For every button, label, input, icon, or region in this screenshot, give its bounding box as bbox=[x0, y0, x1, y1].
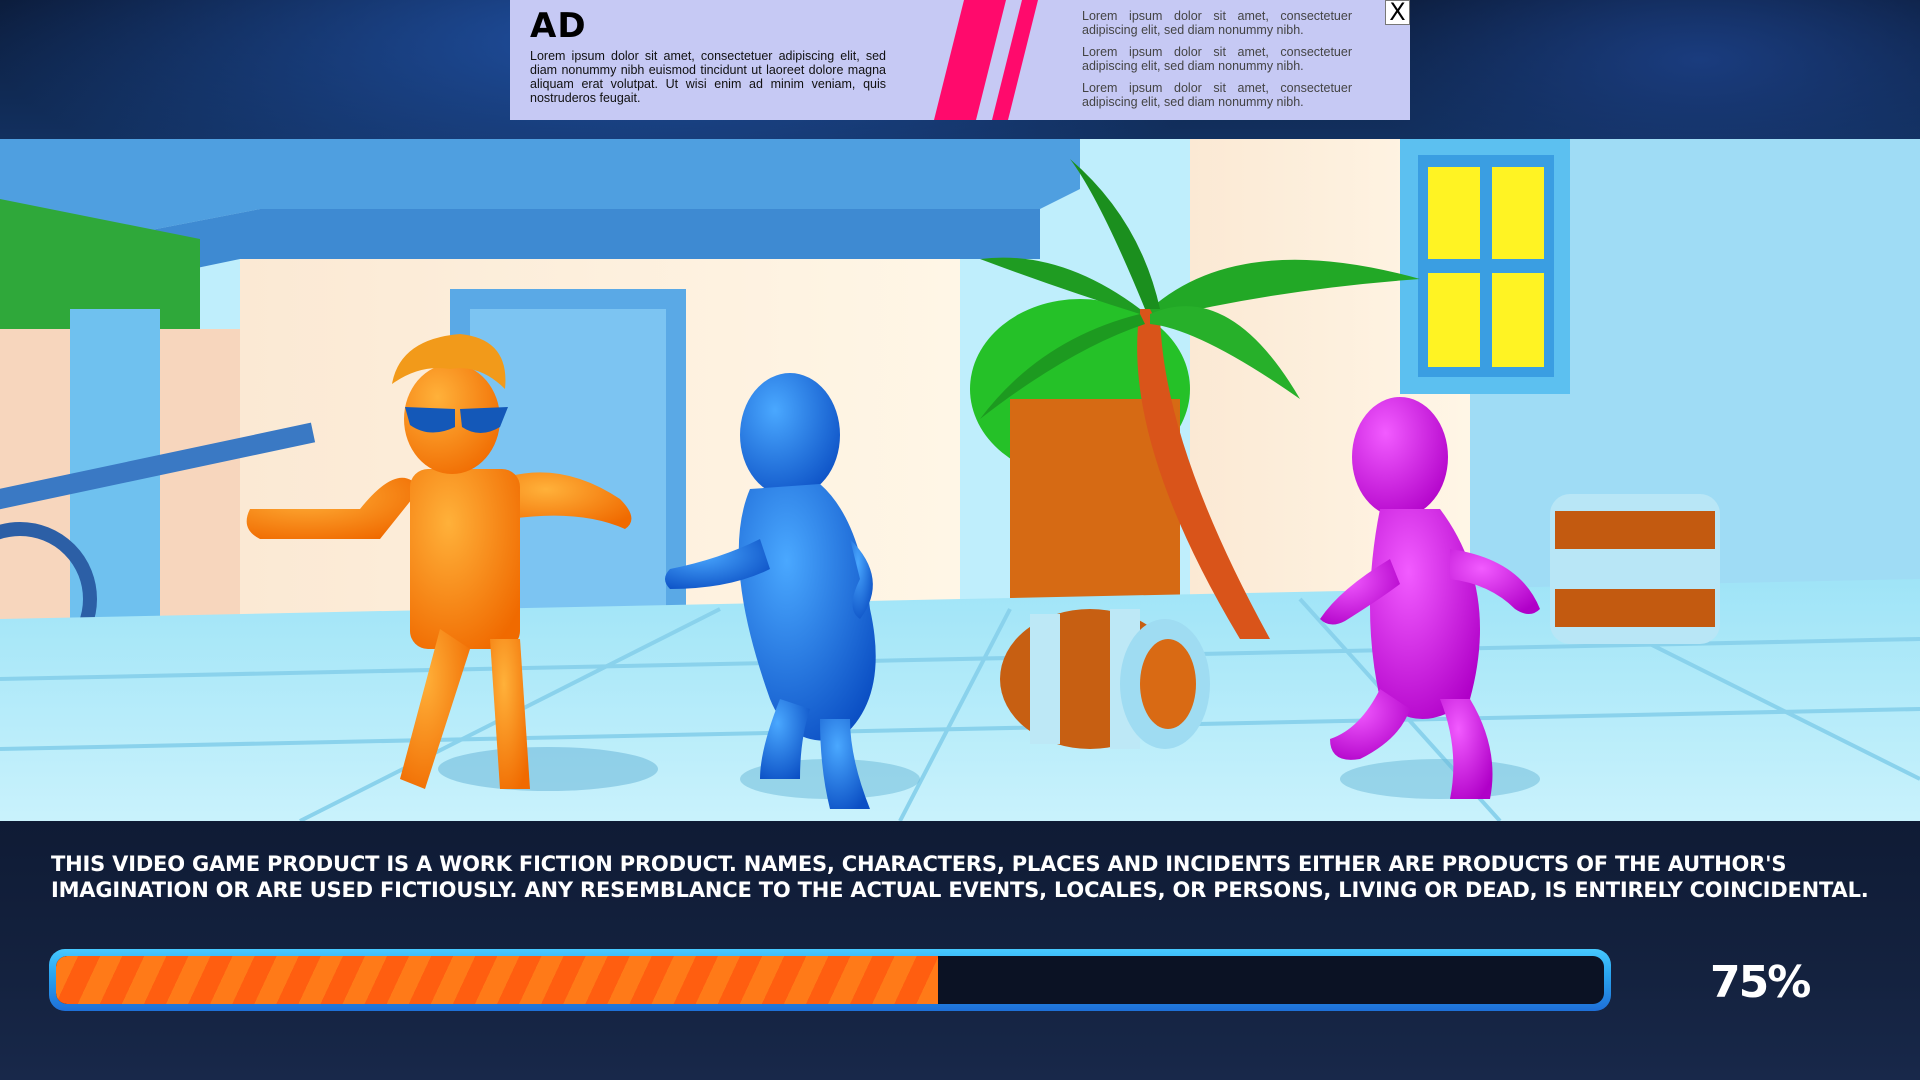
ad-close-button[interactable]: X bbox=[1385, 0, 1410, 25]
barrel bbox=[1000, 609, 1210, 749]
ad-title: AD bbox=[530, 6, 587, 46]
loading-panel: THIS VIDEO GAME PRODUCT IS A WORK FICTIO… bbox=[0, 821, 1920, 1080]
ad-stripe-wide bbox=[934, 0, 1006, 120]
ad-banner[interactable]: AD Lorem ipsum dolor sit amet, consectet… bbox=[510, 0, 1410, 120]
barrel-right bbox=[1550, 494, 1720, 644]
ad-side-text-1: Lorem ipsum dolor sit amet, consectetuer… bbox=[1082, 9, 1352, 37]
game-scene bbox=[0, 139, 1920, 821]
loading-progress-track bbox=[56, 956, 1604, 1004]
ad-body-text: Lorem ipsum dolor sit amet, consectetuer… bbox=[530, 49, 886, 105]
loading-progress-fill bbox=[56, 956, 939, 1004]
loading-progress-bar bbox=[49, 949, 1611, 1011]
window bbox=[1400, 139, 1570, 394]
disclaimer-text: THIS VIDEO GAME PRODUCT IS A WORK FICTIO… bbox=[51, 852, 1869, 902]
game-scene-artwork bbox=[0, 139, 1920, 821]
ad-side-text-3: Lorem ipsum dolor sit amet, consectetuer… bbox=[1082, 81, 1352, 109]
ad-side-text-2: Lorem ipsum dolor sit amet, consectetuer… bbox=[1082, 45, 1352, 73]
loading-percent-label: 75% bbox=[1710, 957, 1811, 1008]
ad-stripes-graphic bbox=[934, 0, 1038, 120]
